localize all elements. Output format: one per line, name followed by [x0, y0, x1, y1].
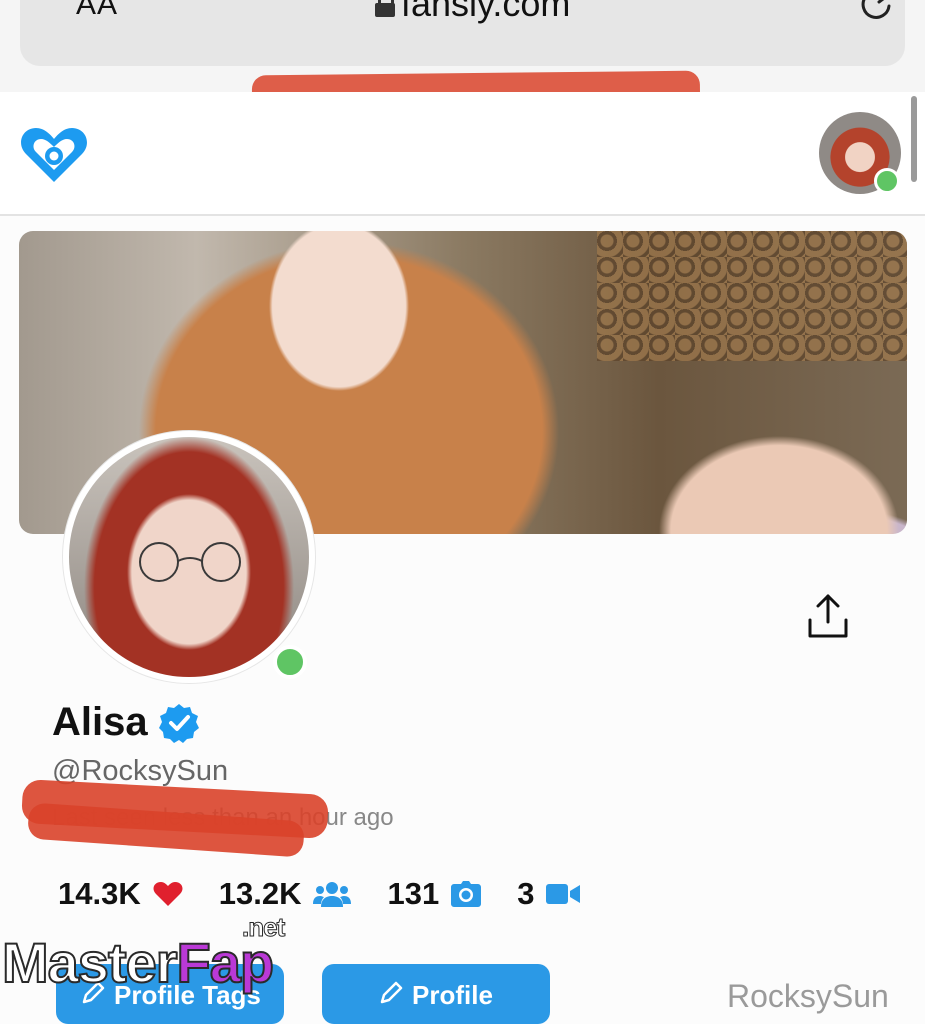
heart-icon — [153, 882, 183, 906]
profile-stats: 14.3K 13.2K 131 3 — [58, 876, 616, 912]
online-indicator — [273, 645, 307, 679]
url-field[interactable]: fansly.com — [375, 0, 570, 25]
url-text: fansly.com — [401, 0, 571, 24]
photos-count: 131 — [387, 876, 440, 911]
lock-icon — [375, 0, 395, 17]
avatar-image — [69, 437, 309, 677]
header-online-indicator — [874, 168, 900, 194]
followers-count: 13.2K — [218, 876, 302, 911]
watermark-master: Master — [1, 930, 179, 995]
followers-icon — [313, 882, 352, 907]
likes-stat: 14.3K — [58, 876, 183, 912]
profile-avatar[interactable] — [63, 431, 315, 683]
display-name: Alisa — [52, 700, 148, 744]
video-icon — [546, 884, 581, 904]
app-header — [0, 92, 925, 216]
glasses-detail — [139, 542, 241, 582]
followers-stat: 13.2K — [219, 876, 352, 912]
pencil-icon — [380, 981, 403, 1004]
photos-stat: 131 — [387, 876, 482, 912]
videos-count: 3 — [517, 876, 535, 911]
videos-stat: 3 — [517, 876, 581, 912]
scrollbar[interactable] — [911, 96, 917, 182]
site-watermark: MasterFap .net — [1, 912, 286, 996]
camera-icon — [451, 881, 482, 907]
watermark-net: .net — [241, 912, 285, 943]
verified-icon — [158, 703, 199, 743]
edit-profile-label: Profile — [412, 980, 493, 1010]
display-name-row: Alisa — [52, 700, 200, 745]
edit-profile-button[interactable]: Profile — [322, 964, 550, 1024]
likes-count: 14.3K — [58, 876, 141, 911]
reload-icon[interactable] — [856, 0, 896, 24]
handle-watermark: RocksySun — [727, 978, 889, 1014]
text-size-button[interactable]: AA — [76, 0, 118, 22]
share-icon[interactable] — [806, 592, 850, 640]
banner-background — [597, 231, 907, 361]
address-bar[interactable]: AA fansly.com — [20, 0, 905, 66]
fansly-logo-icon[interactable] — [18, 122, 90, 186]
